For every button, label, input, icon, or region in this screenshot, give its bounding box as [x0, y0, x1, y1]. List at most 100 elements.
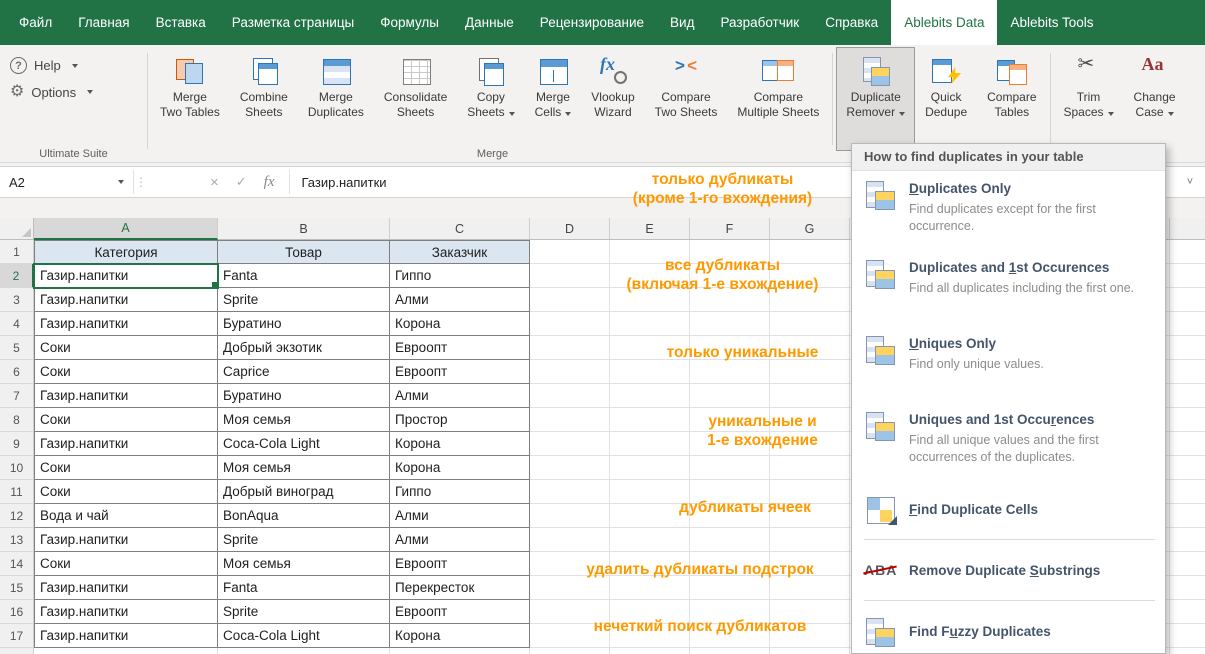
- cell-E14[interactable]: [610, 552, 690, 576]
- cell-F6[interactable]: [690, 360, 770, 384]
- cell-D8[interactable]: [530, 408, 610, 432]
- row-header-18[interactable]: 18: [0, 648, 34, 654]
- cell-C7[interactable]: Алми: [390, 384, 530, 408]
- cell-C3[interactable]: Алми: [390, 288, 530, 312]
- cell-F8[interactable]: [690, 408, 770, 432]
- row-header-16[interactable]: 16: [0, 600, 34, 624]
- cell-C6[interactable]: Евроопт: [390, 360, 530, 384]
- cell-F12[interactable]: [690, 504, 770, 528]
- cell-B16[interactable]: Sprite: [218, 600, 390, 624]
- tab-developer[interactable]: Разработчик: [707, 0, 812, 45]
- cell-G9[interactable]: [770, 432, 850, 456]
- ribbon-button-combine-sheets[interactable]: CombineSheets: [230, 47, 298, 151]
- cell-G6[interactable]: [770, 360, 850, 384]
- cell-G13[interactable]: [770, 528, 850, 552]
- cell-E15[interactable]: [610, 576, 690, 600]
- cell-L3[interactable]: [1170, 288, 1205, 312]
- cell-D11[interactable]: [530, 480, 610, 504]
- ribbon-button-merge-cells[interactable]: MergeCells: [525, 47, 582, 151]
- column-header-E[interactable]: E: [610, 218, 690, 240]
- cell-A4[interactable]: Газир.напитки: [34, 312, 218, 336]
- cell-C12[interactable]: Алми: [390, 504, 530, 528]
- cell-A11[interactable]: Соки: [34, 480, 218, 504]
- cell-E17[interactable]: [610, 624, 690, 648]
- cell-L10[interactable]: [1170, 456, 1205, 480]
- cell-B14[interactable]: Моя семья: [218, 552, 390, 576]
- ribbon-button-consolidate-sheets[interactable]: ConsolidateSheets: [374, 47, 457, 151]
- cell-C15[interactable]: Перекресток: [390, 576, 530, 600]
- column-header-G[interactable]: G: [770, 218, 850, 240]
- row-header-15[interactable]: 15: [0, 576, 34, 600]
- menu-item-find-fuzzy-duplicates[interactable]: Find Fuzzy Duplicates: [852, 605, 1165, 654]
- cell-D13[interactable]: [530, 528, 610, 552]
- cell-L13[interactable]: [1170, 528, 1205, 552]
- insert-function-icon[interactable]: fx: [264, 174, 275, 191]
- cell-B9[interactable]: Coca-Cola Light: [218, 432, 390, 456]
- cell-E11[interactable]: [610, 480, 690, 504]
- cell-L12[interactable]: [1170, 504, 1205, 528]
- cell-B10[interactable]: Моя семья: [218, 456, 390, 480]
- row-header-1[interactable]: 1: [0, 240, 34, 264]
- cell-A2[interactable]: Газир.напитки: [34, 264, 218, 288]
- ribbon-button-compare-multiple-sheets[interactable]: CompareMultiple Sheets: [727, 47, 829, 151]
- cell-C11[interactable]: Гиппо: [390, 480, 530, 504]
- cell-B5[interactable]: Добрый экзотик: [218, 336, 390, 360]
- cell-F7[interactable]: [690, 384, 770, 408]
- cell-A5[interactable]: Соки: [34, 336, 218, 360]
- ribbon-button-merge-duplicates[interactable]: MergeDuplicates: [298, 47, 374, 151]
- column-header-L[interactable]: L: [1170, 218, 1205, 240]
- cell-G14[interactable]: [770, 552, 850, 576]
- ribbon-button-change-case[interactable]: ChangeCase: [1124, 47, 1186, 151]
- cell-F10[interactable]: [690, 456, 770, 480]
- cell-D18[interactable]: [530, 648, 610, 654]
- tab-ablebits-tools[interactable]: Ablebits Tools: [997, 0, 1106, 45]
- cell-F9[interactable]: [690, 432, 770, 456]
- cell-C17[interactable]: Корона: [390, 624, 530, 648]
- cell-L8[interactable]: [1170, 408, 1205, 432]
- cell-D7[interactable]: [530, 384, 610, 408]
- cell-A7[interactable]: Газир.напитки: [34, 384, 218, 408]
- cell-E1[interactable]: [610, 240, 690, 264]
- help-button[interactable]: ? Help: [10, 57, 137, 74]
- cell-E6[interactable]: [610, 360, 690, 384]
- cell-E16[interactable]: [610, 600, 690, 624]
- row-header-3[interactable]: 3: [0, 288, 34, 312]
- cell-C13[interactable]: Алми: [390, 528, 530, 552]
- cell-B3[interactable]: Sprite: [218, 288, 390, 312]
- row-header-8[interactable]: 8: [0, 408, 34, 432]
- cell-L16[interactable]: [1170, 600, 1205, 624]
- cell-C4[interactable]: Корона: [390, 312, 530, 336]
- cancel-icon[interactable]: ×: [210, 174, 219, 191]
- cell-C9[interactable]: Корона: [390, 432, 530, 456]
- menu-item-duplicates-only[interactable]: Duplicates OnlyFind duplicates except fo…: [852, 171, 1165, 244]
- cell-F13[interactable]: [690, 528, 770, 552]
- enter-icon[interactable]: ✓: [236, 174, 247, 190]
- row-header-4[interactable]: 4: [0, 312, 34, 336]
- cell-F16[interactable]: [690, 600, 770, 624]
- cell-C1[interactable]: Заказчик: [390, 240, 530, 264]
- cell-E12[interactable]: [610, 504, 690, 528]
- tab-ablebits-data[interactable]: Ablebits Data: [891, 0, 997, 45]
- tab-file[interactable]: Файл: [6, 0, 65, 45]
- cell-F5[interactable]: [690, 336, 770, 360]
- cell-G18[interactable]: [770, 648, 850, 654]
- tab-review[interactable]: Рецензирование: [527, 0, 657, 45]
- ribbon-button-compare-tables[interactable]: CompareTables: [977, 47, 1046, 151]
- cell-L7[interactable]: [1170, 384, 1205, 408]
- cell-B2[interactable]: Fanta: [218, 264, 390, 288]
- cell-B1[interactable]: Товар: [218, 240, 390, 264]
- cell-F18[interactable]: [690, 648, 770, 654]
- column-header-B[interactable]: B: [218, 218, 390, 240]
- cell-C5[interactable]: Евроопт: [390, 336, 530, 360]
- row-header-2[interactable]: 2: [0, 264, 34, 288]
- cell-B4[interactable]: Буратино: [218, 312, 390, 336]
- row-header-5[interactable]: 5: [0, 336, 34, 360]
- row-header-10[interactable]: 10: [0, 456, 34, 480]
- ribbon-button-quick-dedupe[interactable]: QuickDedupe: [915, 47, 977, 151]
- cell-L17[interactable]: [1170, 624, 1205, 648]
- cell-F17[interactable]: [690, 624, 770, 648]
- formula-bar-expand-icon[interactable]: ˅: [1175, 167, 1205, 197]
- cell-L11[interactable]: [1170, 480, 1205, 504]
- cell-D6[interactable]: [530, 360, 610, 384]
- cell-E4[interactable]: [610, 312, 690, 336]
